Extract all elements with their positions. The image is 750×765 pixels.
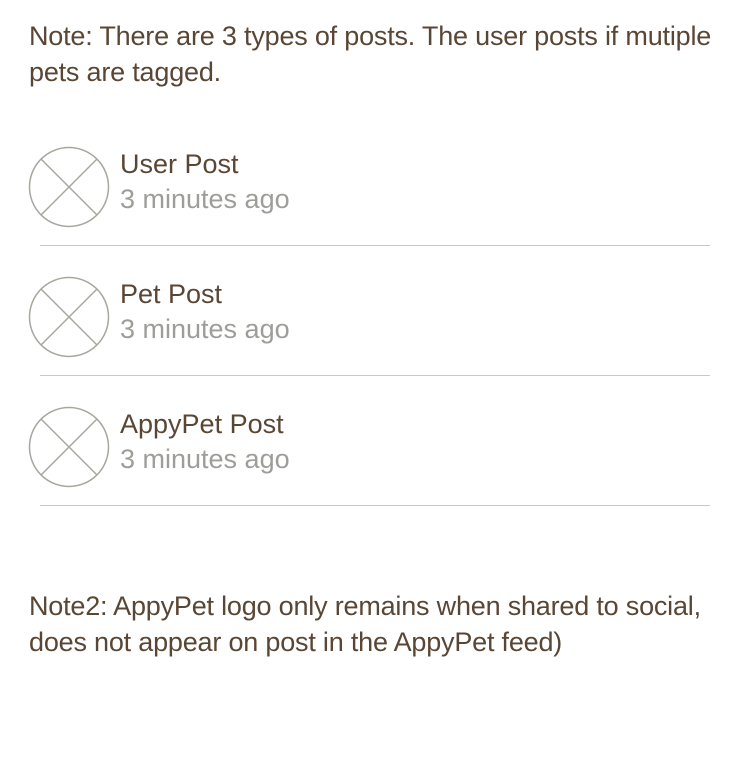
post-divider: [40, 505, 710, 506]
post-title: User Post: [120, 149, 239, 179]
post-title: Pet Post: [120, 279, 223, 309]
post-timestamp: 3 minutes ago: [120, 314, 290, 344]
post-timestamp: 3 minutes ago: [120, 444, 290, 474]
image-placeholder-icon: [28, 146, 110, 228]
note-logo-sharing: Note2: AppyPet logo only remains when sh…: [29, 591, 701, 657]
post-title: AppyPet Post: [120, 409, 284, 439]
image-placeholder-icon: [28, 406, 110, 488]
post-item-appypet[interactable]: AppyPet Post 3 minutes ago: [0, 406, 750, 536]
note-posts-types: Note: There are 3 types of posts. The us…: [29, 21, 712, 87]
post-item-user[interactable]: User Post 3 minutes ago: [0, 146, 750, 276]
post-item-pet[interactable]: Pet Post 3 minutes ago: [0, 276, 750, 406]
post-divider: [40, 375, 710, 376]
post-divider: [40, 245, 710, 246]
post-timestamp: 3 minutes ago: [120, 184, 290, 214]
image-placeholder-icon: [28, 276, 110, 358]
